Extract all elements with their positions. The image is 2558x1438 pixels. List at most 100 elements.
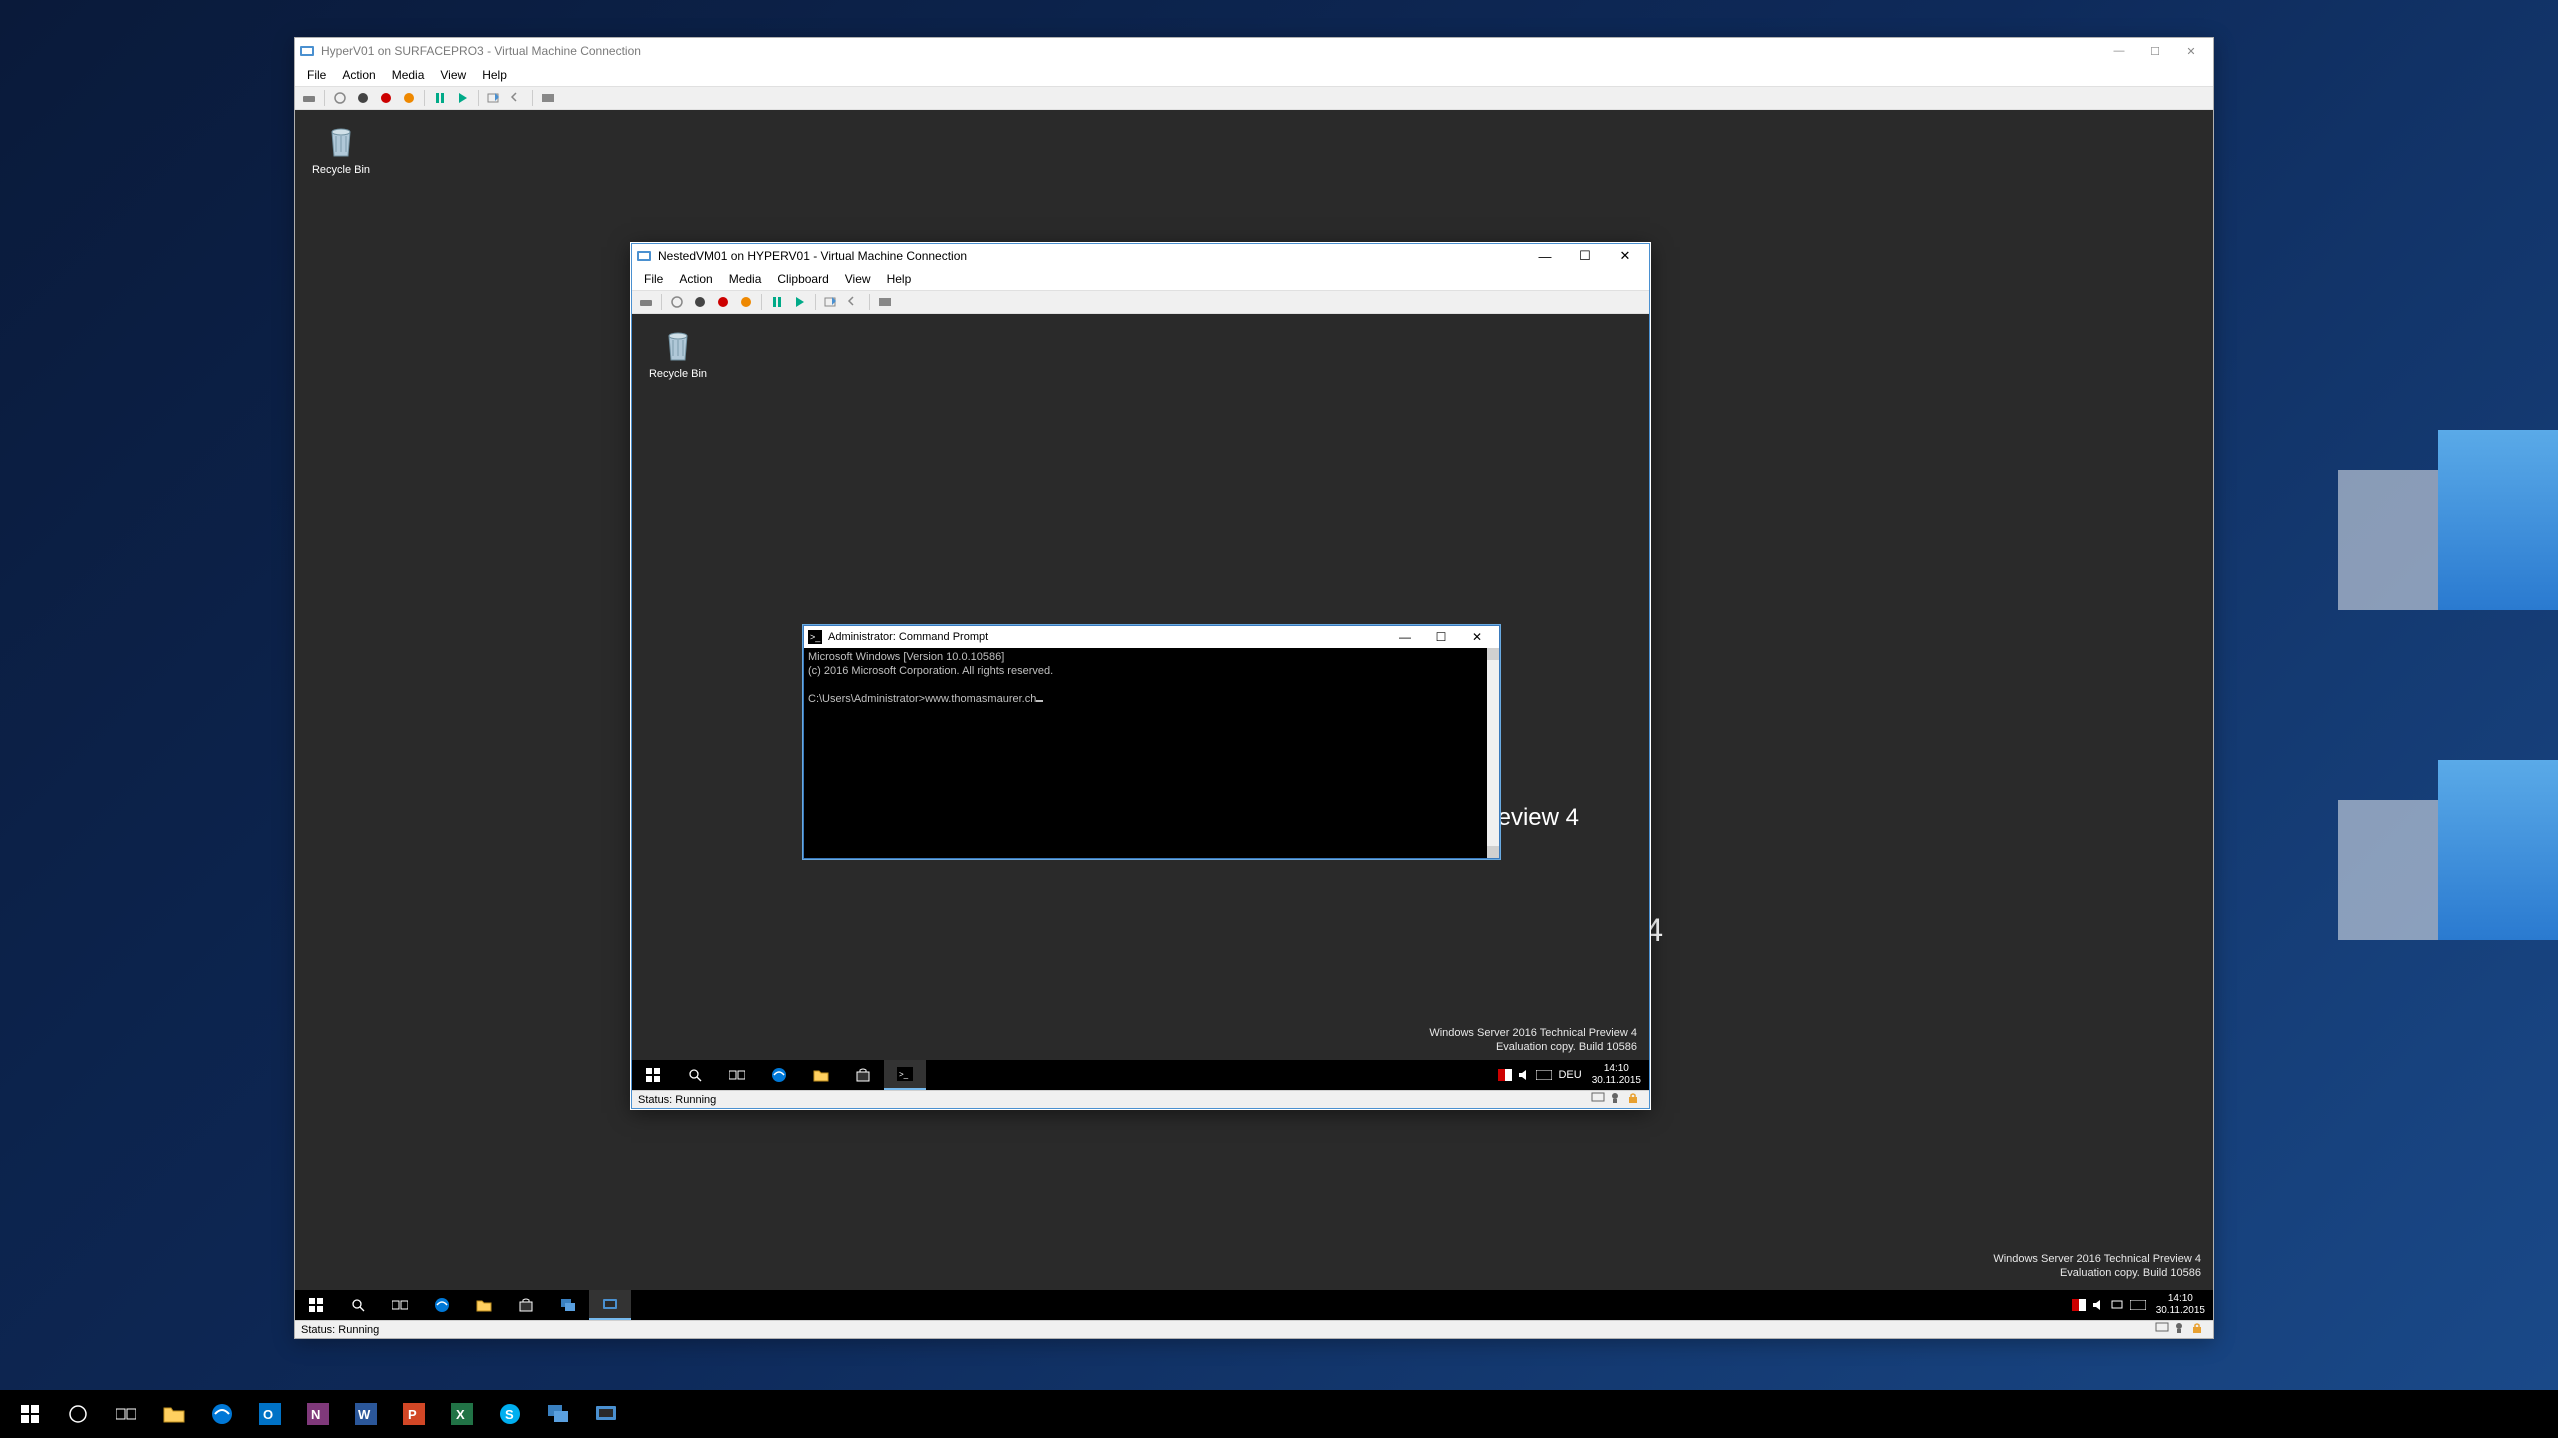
edge-icon[interactable] bbox=[421, 1290, 463, 1320]
tray-keyboard-icon[interactable] bbox=[2130, 1300, 2146, 1310]
menu-clipboard[interactable]: Clipboard bbox=[769, 271, 836, 287]
inner-vm-titlebar[interactable]: NestedVM01 on HYPERV01 - Virtual Machine… bbox=[632, 244, 1649, 268]
word-icon[interactable]: W bbox=[342, 1390, 390, 1438]
start-button[interactable] bbox=[632, 1060, 674, 1090]
menu-file[interactable]: File bbox=[299, 67, 334, 83]
start-icon[interactable] bbox=[667, 292, 687, 312]
edge-icon[interactable] bbox=[758, 1060, 800, 1090]
ctrl-alt-del-icon[interactable] bbox=[636, 292, 656, 312]
enhanced-session-icon[interactable] bbox=[875, 292, 895, 312]
outer-vm-titlebar[interactable]: HyperV01 on SURFACEPRO3 - Virtual Machin… bbox=[295, 38, 2213, 64]
tray-keyboard-icon[interactable] bbox=[1536, 1070, 1552, 1080]
menu-view[interactable]: View bbox=[837, 271, 879, 287]
pause-icon[interactable] bbox=[767, 292, 787, 312]
svg-text:>_: >_ bbox=[810, 632, 821, 642]
start-icon[interactable] bbox=[330, 88, 350, 108]
tray-volume-icon[interactable] bbox=[2092, 1299, 2104, 1311]
edge-icon[interactable] bbox=[198, 1390, 246, 1438]
speaker-config-icon[interactable] bbox=[2173, 1322, 2189, 1338]
excel-icon[interactable]: X bbox=[438, 1390, 486, 1438]
reset-icon[interactable] bbox=[453, 88, 473, 108]
store-icon[interactable] bbox=[505, 1290, 547, 1320]
menu-action[interactable]: Action bbox=[671, 271, 720, 287]
recycle-bin[interactable]: Recycle Bin bbox=[307, 122, 375, 176]
tray-volume-icon[interactable] bbox=[1518, 1069, 1530, 1081]
recycle-bin[interactable]: Recycle Bin bbox=[644, 326, 712, 380]
reset-icon[interactable] bbox=[790, 292, 810, 312]
file-explorer-icon[interactable] bbox=[150, 1390, 198, 1438]
svg-text:S: S bbox=[505, 1407, 514, 1422]
menu-action[interactable]: Action bbox=[334, 67, 383, 83]
close-button[interactable]: ✕ bbox=[1459, 627, 1495, 647]
revert-icon[interactable] bbox=[507, 88, 527, 108]
ctrl-alt-del-icon[interactable] bbox=[299, 88, 319, 108]
outer-guest-watermark: Windows Server 2016 Technical Preview 4 … bbox=[1993, 1252, 2201, 1280]
minimize-button[interactable]: — bbox=[1387, 627, 1423, 647]
shutdown-icon[interactable] bbox=[713, 292, 733, 312]
svg-text:P: P bbox=[408, 1407, 417, 1422]
powerpoint-icon[interactable]: P bbox=[390, 1390, 438, 1438]
vmc-taskbar-icon[interactable] bbox=[589, 1290, 631, 1320]
file-explorer-icon[interactable] bbox=[800, 1060, 842, 1090]
start-button[interactable] bbox=[295, 1290, 337, 1320]
tray-clock[interactable]: 14:10 30.11.2015 bbox=[1588, 1063, 1645, 1087]
cmd-taskbar-icon[interactable]: >_ bbox=[884, 1060, 926, 1090]
maximize-button[interactable]: ☐ bbox=[1565, 245, 1605, 267]
start-button[interactable] bbox=[6, 1390, 54, 1438]
search-icon[interactable] bbox=[337, 1290, 379, 1320]
enhanced-session-icon[interactable] bbox=[538, 88, 558, 108]
menu-file[interactable]: File bbox=[636, 271, 671, 287]
outer-guest-desktop[interactable]: Recycle Bin Technical Preview 4 Windows … bbox=[295, 110, 2213, 1290]
pause-icon[interactable] bbox=[430, 88, 450, 108]
cmd-scrollbar[interactable] bbox=[1487, 648, 1499, 858]
taskview-icon[interactable] bbox=[716, 1060, 758, 1090]
save-icon[interactable] bbox=[736, 292, 756, 312]
maximize-button[interactable]: ☐ bbox=[1423, 627, 1459, 647]
checkpoint-icon[interactable] bbox=[821, 292, 841, 312]
search-icon[interactable] bbox=[674, 1060, 716, 1090]
cortana-icon[interactable] bbox=[54, 1390, 102, 1438]
display-config-icon[interactable] bbox=[2155, 1322, 2171, 1338]
speaker-config-icon[interactable] bbox=[1609, 1092, 1625, 1108]
file-explorer-icon[interactable] bbox=[463, 1290, 505, 1320]
minimize-button[interactable]: — bbox=[2101, 41, 2137, 61]
cmd-body[interactable]: Microsoft Windows [Version 10.0.10586] (… bbox=[804, 648, 1487, 858]
menu-media[interactable]: Media bbox=[721, 271, 770, 287]
menu-help[interactable]: Help bbox=[879, 271, 920, 287]
onenote-icon[interactable]: N bbox=[294, 1390, 342, 1438]
inner-guest-desktop[interactable]: Recycle Bin Windows Server 2016 Technica… bbox=[632, 314, 1649, 1060]
save-icon[interactable] bbox=[399, 88, 419, 108]
turnoff-icon[interactable] bbox=[690, 292, 710, 312]
close-button[interactable]: ✕ bbox=[2173, 41, 2209, 61]
close-button[interactable]: ✕ bbox=[1605, 245, 1645, 267]
revert-icon[interactable] bbox=[844, 292, 864, 312]
tray-language[interactable]: DEU bbox=[1558, 1069, 1581, 1081]
outlook-icon[interactable]: O bbox=[246, 1390, 294, 1438]
tray-clock[interactable]: 14:10 30.11.2015 bbox=[2152, 1293, 2209, 1317]
menu-media[interactable]: Media bbox=[384, 67, 433, 83]
hyperv-manager-icon[interactable] bbox=[547, 1290, 589, 1320]
svg-text:W: W bbox=[358, 1407, 371, 1422]
lock-icon[interactable] bbox=[1627, 1092, 1643, 1108]
menu-view[interactable]: View bbox=[432, 67, 474, 83]
cmd-titlebar[interactable]: >_ Administrator: Command Prompt — ☐ ✕ bbox=[804, 626, 1499, 648]
skype-icon[interactable]: S bbox=[486, 1390, 534, 1438]
tray-flag-icon[interactable] bbox=[1498, 1069, 1512, 1081]
outer-vm-window: HyperV01 on SURFACEPRO3 - Virtual Machin… bbox=[294, 37, 2214, 1339]
maximize-button[interactable]: ☐ bbox=[2137, 41, 2173, 61]
display-config-icon[interactable] bbox=[1591, 1092, 1607, 1108]
tray-network-icon[interactable] bbox=[2110, 1299, 2124, 1311]
shutdown-icon[interactable] bbox=[376, 88, 396, 108]
vmc-taskbar-icon[interactable] bbox=[582, 1390, 630, 1438]
turnoff-icon[interactable] bbox=[353, 88, 373, 108]
taskview-icon[interactable] bbox=[102, 1390, 150, 1438]
hyperv-manager-icon[interactable] bbox=[534, 1390, 582, 1438]
checkpoint-icon[interactable] bbox=[484, 88, 504, 108]
minimize-button[interactable]: — bbox=[1525, 245, 1565, 267]
lock-icon[interactable] bbox=[2191, 1322, 2207, 1338]
menu-help[interactable]: Help bbox=[474, 67, 515, 83]
tray-flag-icon[interactable] bbox=[2072, 1299, 2086, 1311]
taskview-icon[interactable] bbox=[379, 1290, 421, 1320]
store-icon[interactable] bbox=[842, 1060, 884, 1090]
outer-vm-content: Recycle Bin Technical Preview 4 Windows … bbox=[295, 110, 2213, 1320]
